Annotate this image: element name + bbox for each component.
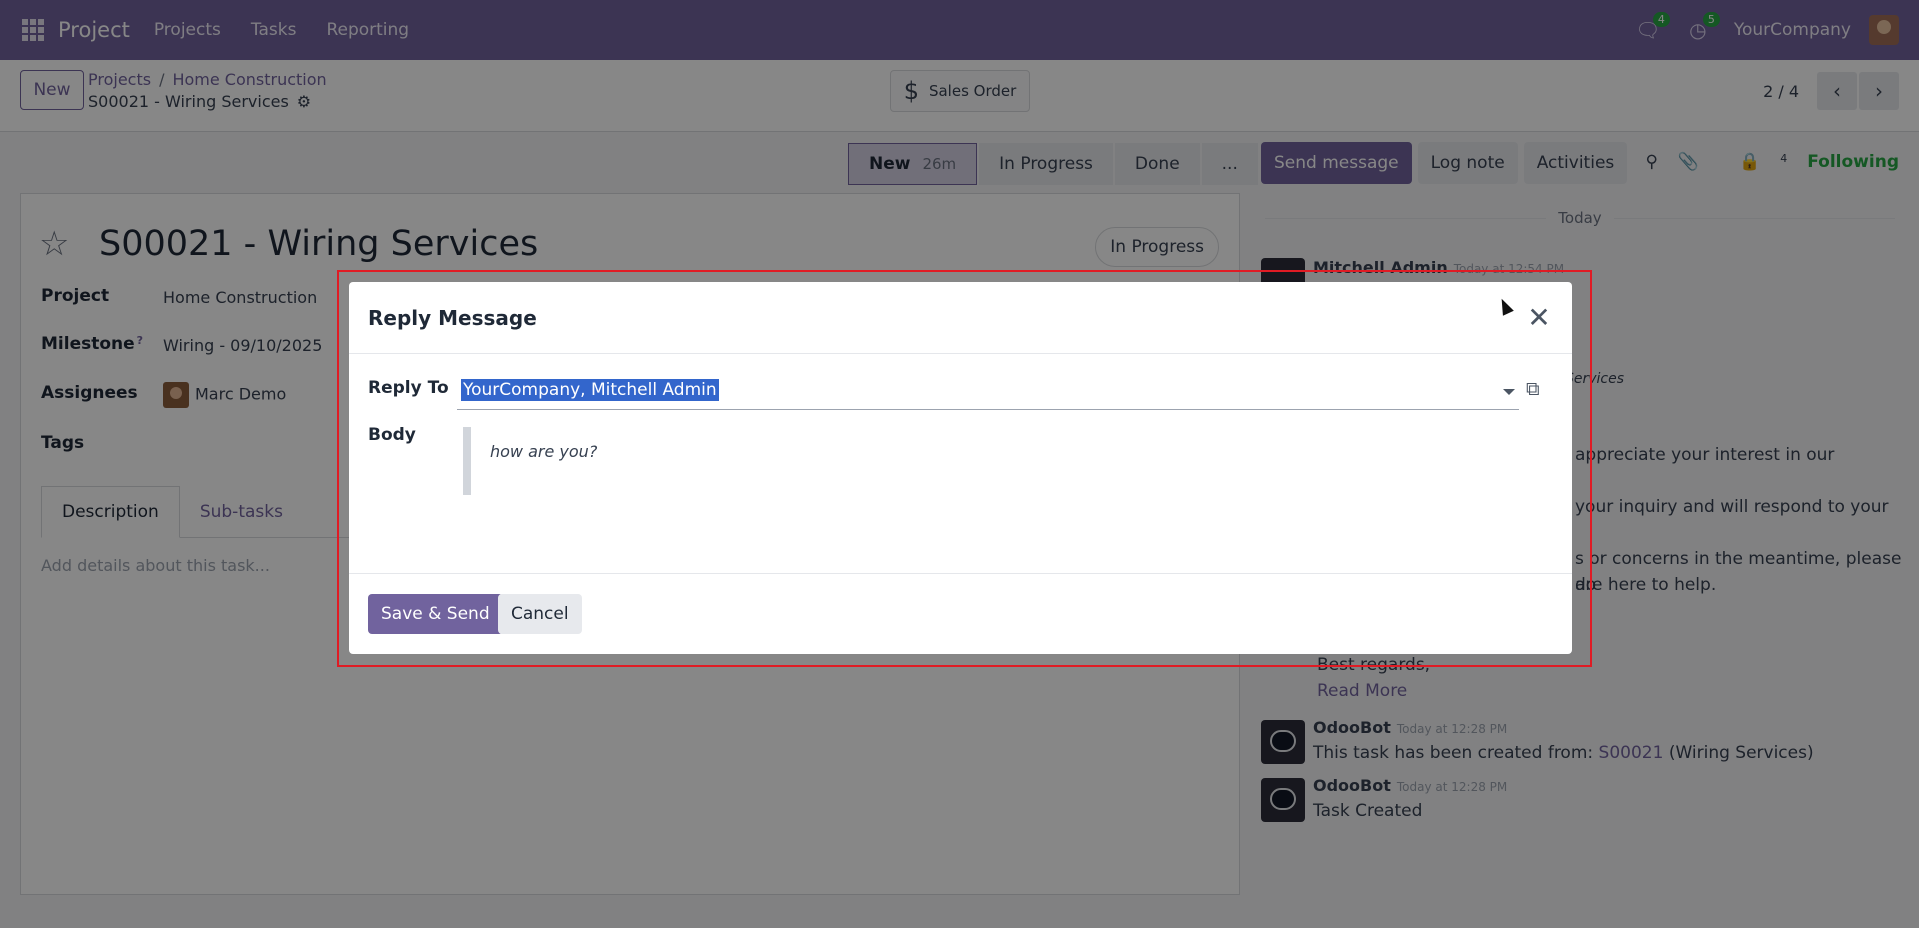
reply-to-input[interactable]: YourCompany, Mitchell Admin bbox=[457, 377, 1519, 410]
body-label: Body bbox=[368, 425, 416, 445]
reply-to-value[interactable]: YourCompany, Mitchell Admin bbox=[461, 379, 719, 401]
body-editor[interactable]: how are you? bbox=[490, 442, 597, 461]
close-icon[interactable]: ✕ bbox=[1524, 301, 1554, 334]
reply-message-dialog: Reply Message ✕ Reply To YourCompany, Mi… bbox=[349, 282, 1572, 654]
reply-to-label: Reply To bbox=[368, 378, 449, 398]
modal-footer: Save & Send Cancel bbox=[349, 573, 1572, 654]
chevron-down-icon[interactable] bbox=[1503, 389, 1515, 395]
cancel-button[interactable]: Cancel bbox=[498, 594, 582, 634]
blockquote-bar bbox=[463, 427, 471, 495]
save-send-button[interactable]: Save & Send bbox=[368, 594, 503, 634]
modal-title: Reply Message bbox=[368, 306, 537, 330]
external-link-icon[interactable]: ⧉ bbox=[1526, 378, 1548, 400]
modal-header: Reply Message ✕ bbox=[349, 282, 1572, 354]
